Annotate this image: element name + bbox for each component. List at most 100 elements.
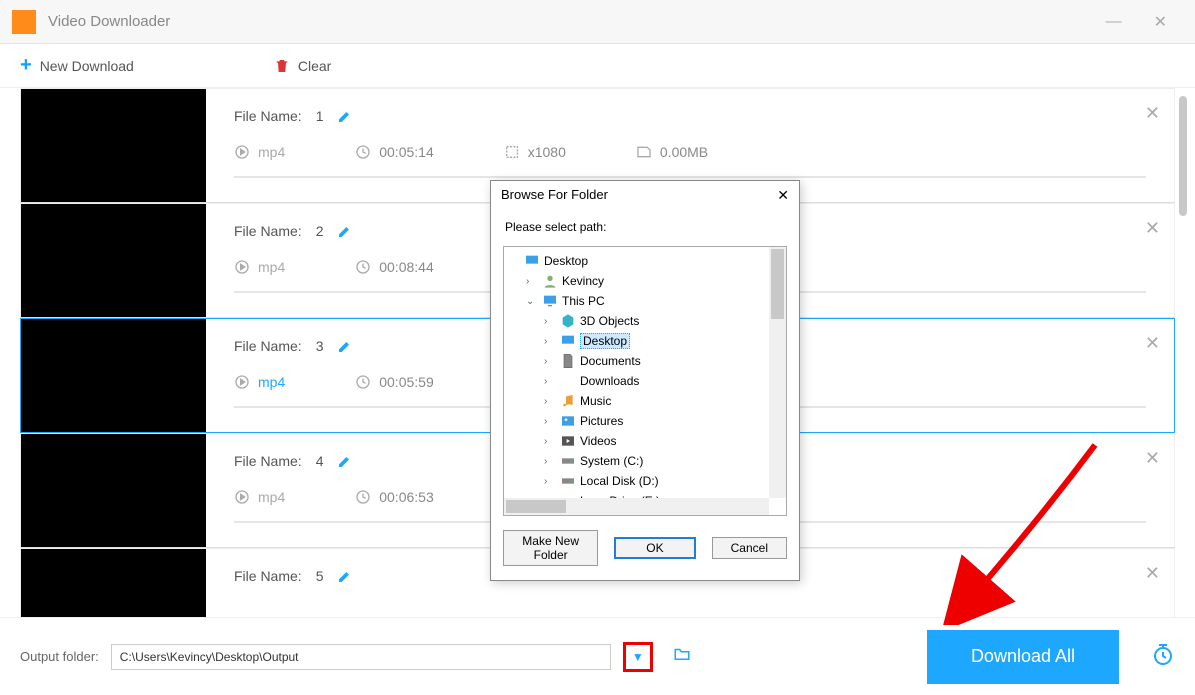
minimize-button[interactable]: — <box>1090 13 1138 31</box>
tree-item[interactable]: Desktop <box>508 251 782 271</box>
tree-node-icon <box>560 373 576 389</box>
tree-caret-icon[interactable]: › <box>544 516 556 517</box>
tree-node-icon <box>524 253 540 269</box>
output-folder-dropdown[interactable]: ▼ <box>623 642 653 672</box>
dialog-titlebar: Browse For Folder ✕ <box>491 181 799 210</box>
filename-label: File Name: <box>234 568 302 584</box>
edit-name-icon[interactable] <box>337 222 353 239</box>
tree-caret-icon[interactable]: › <box>544 356 556 367</box>
tree-item[interactable]: › Pictures <box>508 411 782 431</box>
dialog-close-icon[interactable]: ✕ <box>777 187 789 204</box>
clear-button[interactable]: Clear <box>254 44 351 87</box>
remove-item-icon[interactable]: ✕ <box>1145 333 1160 354</box>
remove-item-icon[interactable]: ✕ <box>1145 563 1160 584</box>
format-value: mp4 <box>258 489 285 505</box>
tree-caret-icon[interactable]: › <box>544 436 556 447</box>
remove-item-icon[interactable]: ✕ <box>1145 103 1160 124</box>
format-value: mp4 <box>258 259 285 275</box>
duration-icon: 00:05:59 <box>355 374 434 390</box>
tree-node-icon <box>542 273 558 289</box>
tree-caret-icon[interactable]: › <box>544 456 556 467</box>
tree-caret-icon[interactable]: › <box>544 476 556 487</box>
duration-value: 00:08:44 <box>379 259 434 275</box>
tree-scrollbar-horizontal[interactable] <box>504 498 769 515</box>
remove-item-icon[interactable]: ✕ <box>1145 218 1160 239</box>
remove-item-icon[interactable]: ✕ <box>1145 448 1160 469</box>
trash-icon <box>274 57 290 74</box>
open-folder-icon[interactable] <box>671 645 693 669</box>
filename-value: 1 <box>316 108 324 124</box>
size-value: 0.00MB <box>660 144 708 160</box>
tree-caret-icon[interactable]: › <box>544 376 556 387</box>
tree-item[interactable]: ⌄ This PC <box>508 291 782 311</box>
tree-node-label: Pictures <box>580 414 623 428</box>
dialog-buttons: Make New Folder OK Cancel <box>491 516 799 580</box>
tree-item[interactable]: › Downloads <box>508 371 782 391</box>
ok-button[interactable]: OK <box>614 537 695 559</box>
tree-caret-icon[interactable]: › <box>526 276 538 287</box>
thumbnail <box>21 89 206 202</box>
folder-tree: Desktop › Kevincy ⌄ This PC › 3D Objects… <box>503 246 787 516</box>
filename-value: 5 <box>316 568 324 584</box>
new-download-button[interactable]: + New Download <box>0 44 154 87</box>
tree-item[interactable]: › Music <box>508 391 782 411</box>
thumbnail <box>21 434 206 547</box>
filename-value: 3 <box>316 338 324 354</box>
duration-value: 00:06:53 <box>379 489 434 505</box>
browse-folder-dialog: Browse For Folder ✕ Please select path: … <box>490 180 800 581</box>
edit-name-icon[interactable] <box>337 567 353 584</box>
thumbnail <box>21 549 206 617</box>
tree-item[interactable]: › Kevincy <box>508 271 782 291</box>
edit-name-icon[interactable] <box>337 452 353 469</box>
duration-icon: 00:08:44 <box>355 259 434 275</box>
resolution-icon: x1080 <box>504 144 566 160</box>
close-button[interactable]: ✕ <box>1138 12 1183 32</box>
tree-caret-icon[interactable]: › <box>544 336 556 347</box>
tree-item[interactable]: › Local Disk (D:) <box>508 471 782 491</box>
output-folder-input[interactable] <box>112 650 610 664</box>
tree-item[interactable]: › 3D Objects <box>508 311 782 331</box>
toolbar: + New Download Clear <box>0 44 1195 88</box>
edit-name-icon[interactable] <box>337 107 353 124</box>
thumbnail <box>21 319 206 432</box>
format-icon: mp4 <box>234 144 285 160</box>
tree-caret-icon[interactable]: › <box>544 396 556 407</box>
tree-node-label: Kevincy <box>562 274 604 288</box>
clear-label: Clear <box>298 58 331 74</box>
format-value: mp4 <box>258 144 285 160</box>
tree-node-icon <box>560 333 576 349</box>
tree-node-icon <box>560 473 576 489</box>
duration-value: 00:05:59 <box>379 374 434 390</box>
make-new-folder-button[interactable]: Make New Folder <box>503 530 598 566</box>
format-icon: mp4 <box>234 259 285 275</box>
footer: Output folder: ▼ Download All <box>0 617 1195 695</box>
duration-icon: 00:06:53 <box>355 489 434 505</box>
app-icon <box>12 10 36 34</box>
edit-name-icon[interactable] <box>337 337 353 354</box>
tree-item[interactable]: › Desktop <box>508 331 782 351</box>
output-folder-label: Output folder: <box>20 649 99 664</box>
tree-node-icon <box>560 353 576 369</box>
progress-bar <box>234 176 1146 178</box>
output-folder-field <box>111 644 611 670</box>
duration-value: 00:05:14 <box>379 144 434 160</box>
scrollbar[interactable] <box>1179 96 1187 216</box>
tree-item[interactable]: › System (C:) <box>508 451 782 471</box>
schedule-icon[interactable] <box>1151 642 1175 672</box>
tree-node-label: Downloads <box>580 374 639 388</box>
filename-value: 4 <box>316 453 324 469</box>
tree-node-icon <box>560 313 576 329</box>
tree-caret-icon[interactable]: ⌄ <box>526 296 538 307</box>
tree-caret-icon[interactable]: › <box>544 416 556 427</box>
download-all-button[interactable]: Download All <box>927 630 1119 684</box>
tree-scrollbar-vertical[interactable] <box>769 247 786 498</box>
tree-node-icon <box>560 413 576 429</box>
tree-caret-icon[interactable]: › <box>544 316 556 327</box>
titlebar: Video Downloader — ✕ <box>0 0 1195 44</box>
tree-item[interactable]: › Videos <box>508 431 782 451</box>
tree-node-label: Local Disk (D:) <box>580 474 659 488</box>
tree-item[interactable]: › Documents <box>508 351 782 371</box>
cancel-button[interactable]: Cancel <box>712 537 787 559</box>
tree-node-label: Videos <box>580 434 616 448</box>
app-title: Video Downloader <box>48 13 1090 30</box>
